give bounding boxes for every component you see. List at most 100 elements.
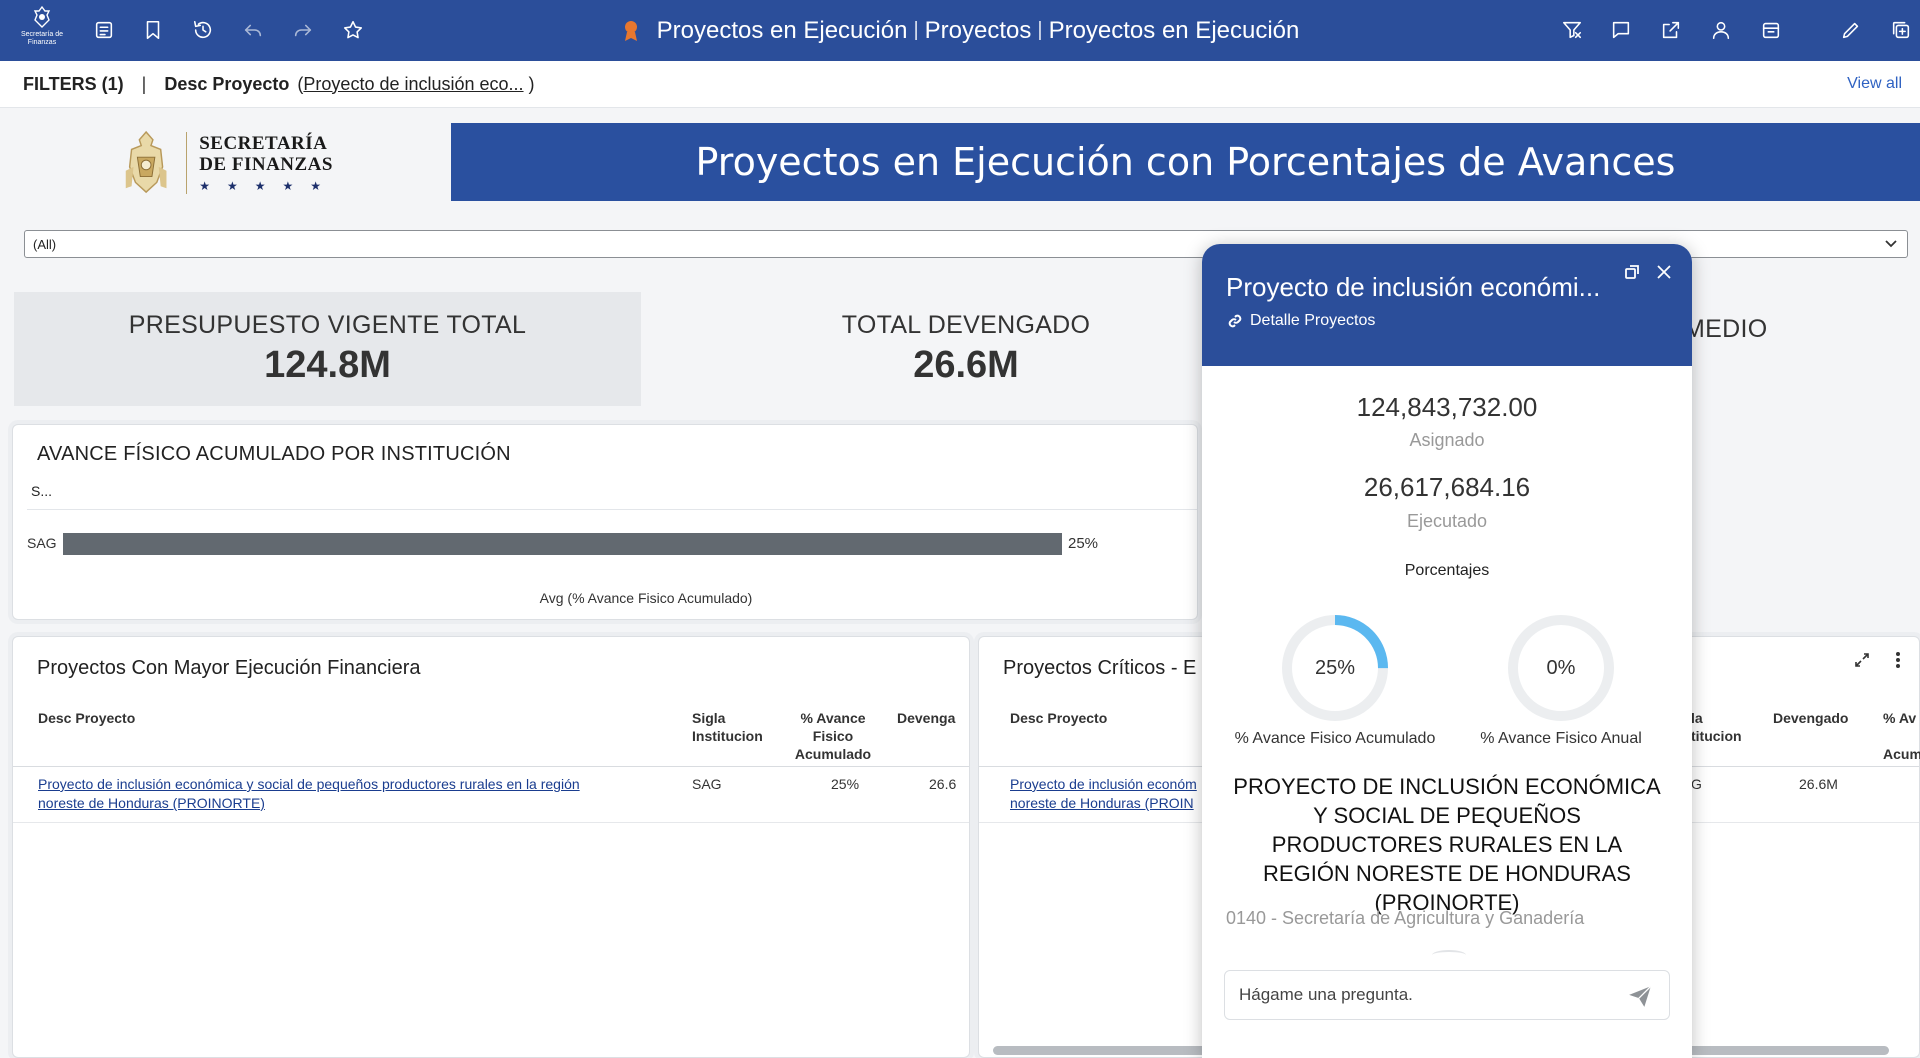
seal-icon — [33, 5, 51, 28]
col-sigla[interactable]: la titucion — [1691, 709, 1742, 745]
table-header: Desc Proyecto Sigla Institucion % Avance… — [13, 701, 969, 767]
col-desc-proyecto[interactable]: Desc Proyecto — [1010, 709, 1107, 727]
donut-avance-acumulado: 25% — [1279, 612, 1391, 724]
y-axis-header: S... — [31, 483, 53, 499]
add-page-icon[interactable] — [1886, 15, 1916, 45]
kpi-value: 124.8M — [264, 344, 391, 386]
ask-question-input[interactable]: Hágame una pregunta. — [1224, 970, 1670, 1020]
page-banner: Proyectos en Ejecución con Porcentajes d… — [451, 123, 1920, 201]
calendar-icon[interactable] — [1756, 15, 1786, 45]
contents-icon[interactable] — [89, 15, 119, 45]
filters-count[interactable]: FILTERS (1) — [23, 74, 124, 95]
selector-value: (All) — [33, 237, 57, 252]
col-avance[interactable]: % Avance Fisico Acumulado — [783, 709, 883, 763]
title-part-3: Proyectos en Ejecución — [1048, 16, 1300, 44]
filter-value-text[interactable]: Proyecto de inclusión eco... — [303, 74, 523, 94]
col-desc-proyecto[interactable]: Desc Proyecto — [38, 709, 135, 727]
history-icon[interactable] — [188, 15, 218, 45]
col-devengado[interactable]: Devenga — [897, 709, 955, 727]
redo-icon[interactable] — [288, 15, 318, 45]
title-separator: | — [913, 19, 919, 41]
detalle-proyectos-link[interactable]: Detalle Proyectos — [1228, 312, 1375, 330]
panel-title: Proyectos Con Mayor Ejecución Financiera — [37, 657, 421, 679]
ask-placeholder: Hágame una pregunta. — [1239, 985, 1413, 1004]
col-sigla-line-2: Institucion — [692, 728, 763, 744]
logo-line-2: DE FINANZAS — [199, 154, 333, 175]
panel-title: Proyectos Críticos - E — [1003, 657, 1197, 679]
popup-header: Proyecto de inclusión económi... Detalle… — [1202, 244, 1692, 366]
chevron-down-icon — [1885, 240, 1897, 248]
maximize-icon[interactable] — [1853, 651, 1871, 669]
col-avance-line-3: Acumulado — [794, 746, 872, 762]
certified-badge-icon — [624, 20, 637, 41]
ejecutado-label: Ejecutado — [1406, 511, 1488, 531]
col-avance-line-1: % Av — [1883, 710, 1917, 726]
kpi-label: TOTAL DEVENGADO — [841, 311, 1091, 339]
logo-stars: ★★★★★ — [199, 179, 338, 193]
project-link[interactable]: Proyecto de inclusión económ noreste de … — [1010, 775, 1197, 813]
project-link-line-2: noreste de Honduras (PROINORTE) — [38, 795, 265, 811]
edit-pencil-icon[interactable] — [1836, 15, 1866, 45]
detalle-proyectos-label: Detalle Proyectos — [1250, 312, 1376, 329]
ejecutado-value: 26,617,684.16 — [1363, 472, 1531, 502]
finanzas-logo[interactable]: Secretaría de Finanzas — [20, 5, 64, 53]
col-sigla[interactable]: Sigla Institucion — [692, 709, 763, 745]
donut-caption: % Avance Fisico Anual — [1480, 730, 1642, 747]
col-devengado[interactable]: Devengado — [1773, 709, 1848, 727]
user-icon[interactable] — [1706, 15, 1736, 45]
donut-value: 25% — [1314, 656, 1356, 679]
filter-icon[interactable] — [1557, 15, 1587, 45]
col-sigla-line-1: la — [1691, 710, 1703, 726]
kpi-devengado: TOTAL DEVENGADO 26.6M — [641, 292, 1291, 406]
cell-sigla: SAG — [692, 776, 722, 792]
title-part-1: Proyectos en Ejecución — [656, 16, 908, 44]
mayor-ejecucion-panel: Proyectos Con Mayor Ejecución Financiera… — [12, 636, 970, 1058]
project-link[interactable]: Proyecto de inclusión económica y social… — [38, 775, 580, 813]
cell-devengado: 26.6M — [1799, 776, 1838, 792]
table-row[interactable]: Proyecto de inclusión económica y social… — [13, 767, 969, 823]
more-options-icon[interactable] — [1889, 651, 1907, 669]
filter-field-name: Desc Proyecto — [164, 73, 290, 94]
col-avance-line-1: % Avance — [800, 710, 866, 726]
comment-icon[interactable] — [1606, 15, 1636, 45]
close-icon[interactable] — [1652, 260, 1676, 284]
kpi-value: 26.6M — [913, 344, 1019, 386]
share-icon[interactable] — [1656, 15, 1686, 45]
send-icon[interactable] — [1627, 983, 1653, 1009]
top-toolbar: Secretaría de Finanzas Proyectos en Ejec… — [0, 0, 1920, 61]
bar-sag[interactable] — [63, 533, 1062, 555]
view-all-link[interactable]: View all — [1847, 75, 1902, 93]
project-description: PROYECTO DE INCLUSIÓN ECONÓMICA Y SOCIAL… — [1233, 774, 1661, 915]
popout-icon[interactable] — [1620, 260, 1644, 284]
bookmark-icon[interactable] — [138, 15, 168, 45]
col-sigla-line-2: titucion — [1691, 728, 1742, 744]
bar-category-label: SAG — [27, 535, 57, 551]
banner-title: Proyectos en Ejecución con Porcentajes d… — [695, 140, 1676, 184]
project-link-line-1: Proyecto de inclusión económ — [1010, 776, 1197, 792]
project-link-line-1: Proyecto de inclusión económica y social… — [38, 776, 580, 792]
popup-title: Proyecto de inclusión económi... — [1226, 272, 1601, 302]
undo-icon[interactable] — [238, 15, 268, 45]
kpi-label: MEDIO — [1684, 314, 1768, 343]
secretaria-finanzas-logo: SECRETARÍA DE FINANZAS ★★★★★ — [118, 124, 338, 202]
x-axis-label: Avg (% Avance Fisico Acumulado) — [539, 590, 753, 606]
donut-avance-anual: 0% — [1505, 612, 1617, 724]
cell-sigla: G — [1691, 776, 1702, 792]
col-avance-line-2: Fisico — [812, 728, 854, 744]
porcentajes-label: Porcentajes — [1404, 562, 1490, 579]
donut-caption: % Avance Fisico Acumulado — [1234, 730, 1436, 747]
cell-avance: 25% — [831, 776, 860, 792]
filter-value[interactable]: (Proyecto de inclusión eco... ) — [297, 74, 534, 95]
institution-label: 0140 - Secretaría de Agricultura y Ganad… — [1226, 908, 1585, 928]
panel-actions — [1853, 651, 1907, 669]
scroll-hint — [1432, 950, 1466, 960]
logo-text: Secretaría de Finanzas — [20, 31, 64, 46]
link-icon — [1228, 314, 1242, 328]
star-icon[interactable] — [338, 15, 368, 45]
divider — [27, 509, 1197, 510]
col-avance[interactable]: % Av Acum — [1883, 709, 1920, 763]
bar-track — [63, 533, 1063, 555]
kpi-presupuesto: PRESUPUESTO VIGENTE TOTAL 124.8M — [14, 292, 641, 406]
filters-divider: | — [141, 73, 147, 94]
col-avance-line-2: Acum — [1883, 746, 1920, 762]
